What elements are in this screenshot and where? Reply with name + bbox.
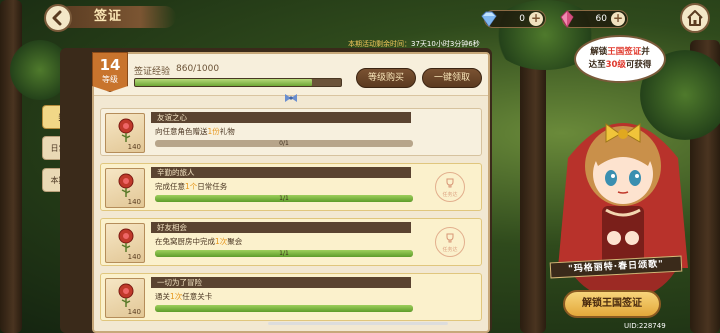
level-badge: 14 等级 — [92, 52, 128, 92]
completed-stamp: 任务达 — [435, 227, 465, 257]
diamond-counter: 0 + — [481, 10, 546, 28]
claim-all-button[interactable]: 一键领取 — [422, 68, 482, 88]
unlock-visa-button[interactable]: 解锁王国签证 — [563, 290, 661, 318]
task-description: 向任意角色赠送1份礼物 — [155, 126, 235, 137]
bubble-text: 并 — [641, 47, 650, 57]
task-card[interactable]: 140 辛勤的旅人 完成任意1个日常任务 1/1 任务达 — [100, 163, 482, 211]
task-desc-pre: 完成任意 — [155, 182, 185, 191]
trophy-icon — [446, 233, 454, 243]
stamp-text: 任务达 — [442, 192, 458, 198]
task-description: 在兔窝厨房中完成1次聚会 — [155, 236, 242, 247]
exp-value: 860/1000 — [176, 64, 220, 74]
add-crystal-button[interactable]: + — [611, 12, 625, 26]
ribbon-bow-icon — [285, 94, 297, 102]
task-score: 140 — [127, 253, 141, 261]
crystal-counter: 60 + — [560, 10, 628, 28]
diamond-amount: 0 — [519, 14, 525, 24]
task-card[interactable]: 140 一切为了冒险 通关1次任意关卡 — [100, 273, 482, 321]
task-description: 通关1次任意关卡 — [155, 291, 212, 302]
task-desc-highlight: 1个 — [185, 182, 198, 191]
timer-value: 37天10小时3分钟6秒 — [411, 40, 480, 48]
task-reward-thumb: 140 — [105, 168, 145, 208]
level-number: 14 — [99, 56, 121, 74]
task-title: 好友相会 — [151, 222, 411, 233]
task-desc-post: 日常任务 — [197, 182, 228, 191]
task-progress-text: 1/1 — [279, 250, 289, 257]
task-progress-bar — [155, 305, 413, 312]
task-desc-highlight: 1份 — [207, 127, 220, 136]
task-reward-thumb: 140 — [105, 113, 145, 153]
task-reward-thumb: 140 — [105, 278, 145, 318]
crystal-amount: 60 — [595, 14, 607, 24]
exp-progress-fill — [135, 79, 313, 86]
task-progress-fill — [155, 305, 413, 312]
bubble-highlight: 30级 — [605, 60, 626, 70]
diamond-icon — [481, 11, 497, 27]
task-desc-pre: 通关 — [155, 292, 170, 301]
visa-panel: 签证经验 860/1000 等级购买 一键领取 140 友谊之心 向任意角色赠送… — [92, 52, 490, 333]
task-desc-post: 聚会 — [227, 237, 243, 246]
home-indicator — [268, 322, 448, 325]
task-card[interactable]: 140 好友相会 在兔窝厨房中完成1次聚会 1/1 任务达 — [100, 218, 482, 266]
bubble-text: 达至 — [588, 60, 606, 70]
bubble-line-2: 达至30级可获得 — [576, 59, 664, 72]
rose-emblem-icon — [118, 173, 134, 197]
add-diamond-button[interactable]: + — [529, 12, 543, 26]
exp-label: 签证经验 — [134, 67, 171, 77]
bubble-line-1: 解锁王国签证并 — [576, 46, 664, 59]
buy-level-button[interactable]: 等级购买 — [356, 68, 416, 88]
task-title: 辛勤的旅人 — [151, 167, 411, 178]
task-title: 友谊之心 — [151, 112, 411, 123]
trophy-icon — [446, 178, 454, 188]
home-icon — [687, 10, 703, 26]
completed-stamp: 任务达 — [435, 172, 465, 202]
page-title: 签证 — [58, 6, 176, 28]
user-id: UID:228749 — [624, 322, 666, 330]
bubble-text: 可获得 — [625, 60, 652, 70]
task-score: 140 — [127, 308, 141, 316]
task-progress-text: 0/1 — [279, 140, 289, 147]
bubble-highlight: 王国签证 — [607, 47, 642, 57]
task-desc-highlight: 1次 — [170, 292, 183, 301]
exp-header: 签证经验 860/1000 等级购买 一键领取 — [94, 54, 488, 102]
level-label: 等级 — [102, 75, 118, 84]
task-desc-highlight: 1次 — [215, 237, 228, 246]
task-progress-text: 1/1 — [279, 195, 289, 202]
rose-emblem-icon — [118, 283, 134, 307]
rose-emblem-icon — [118, 228, 134, 252]
task-card[interactable]: 140 友谊之心 向任意角色赠送1份礼物 0/1 — [100, 108, 482, 156]
task-score: 140 — [127, 143, 141, 151]
task-desc-pre: 向任意角色赠送 — [155, 127, 208, 136]
task-description: 完成任意1个日常任务 — [155, 181, 227, 192]
exp-progress-bar — [134, 78, 342, 87]
stamp-text: 任务达 — [442, 247, 458, 253]
home-button[interactable] — [680, 3, 710, 33]
rose-emblem-icon — [118, 118, 134, 142]
task-reward-thumb: 140 — [105, 223, 145, 263]
task-desc-pre: 在兔窝厨房中完成 — [155, 237, 215, 246]
back-button[interactable] — [44, 4, 72, 32]
arrow-left-icon — [52, 10, 62, 26]
task-title: 一切为了冒险 — [151, 277, 411, 288]
bubble-text: 解锁 — [590, 47, 608, 57]
task-desc-post: 任意关卡 — [182, 292, 213, 301]
task-desc-post: 礼物 — [219, 127, 235, 136]
crystal-icon — [560, 10, 574, 28]
timer-label: 本期活动剩余时间： — [348, 40, 411, 48]
promo-speech-bubble: 解锁王国签证并 达至30级可获得 — [574, 35, 666, 83]
task-score: 140 — [127, 198, 141, 206]
